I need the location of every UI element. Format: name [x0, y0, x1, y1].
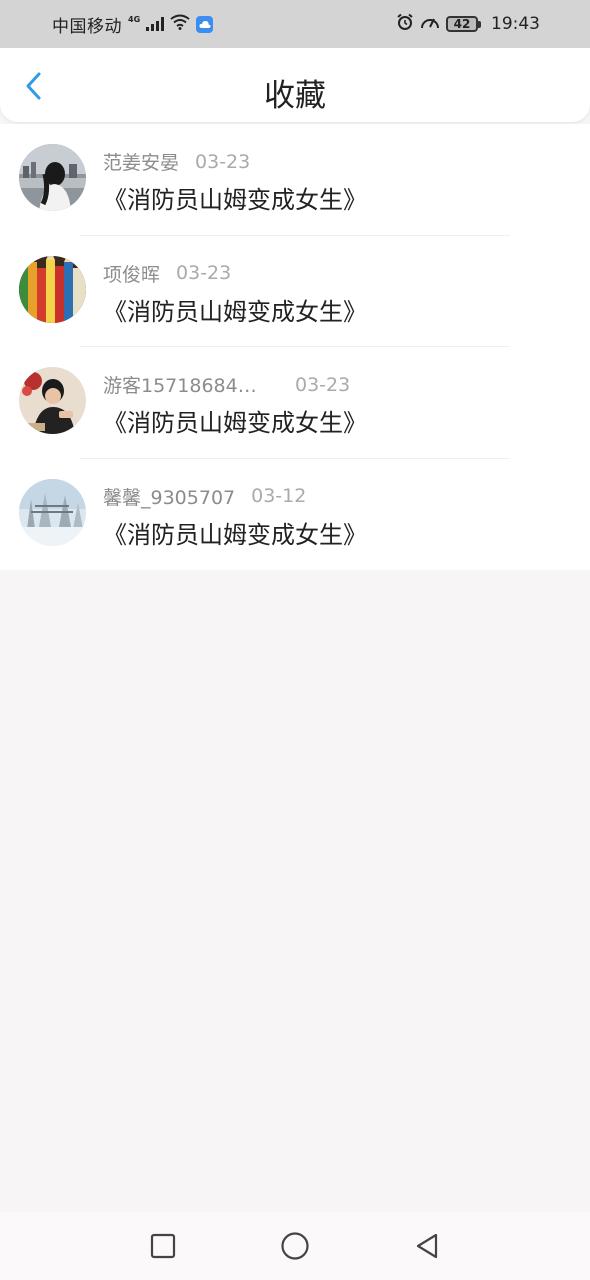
recent-apps-button[interactable] — [147, 1230, 179, 1262]
item-title[interactable]: 《消防员山姆变成女生》 — [103, 180, 367, 215]
date: 03-23 — [295, 373, 351, 396]
battery-level: 42 — [446, 16, 478, 32]
clock: 19:43 — [491, 14, 540, 34]
list-item[interactable]: 项俊晖 03-23 《消防员山姆变成女生》 — [0, 236, 590, 347]
wifi-icon — [170, 14, 190, 35]
avatar[interactable] — [19, 255, 86, 323]
speedometer-icon — [420, 13, 440, 36]
header: 收藏 — [0, 48, 590, 122]
list-item[interactable]: 范姜安晏 03-23 《消防员山姆变成女生》 — [0, 124, 590, 236]
signal-icon — [146, 17, 165, 31]
status-bar: 中国移动 4G 42 19:43 — [0, 0, 590, 48]
status-right: 42 19:43 — [396, 13, 540, 36]
date: 03-23 — [195, 150, 251, 173]
avatar[interactable] — [19, 144, 86, 211]
system-nav-bar — [0, 1212, 590, 1280]
username[interactable]: 馨馨_9305707 — [103, 483, 235, 510]
item-title[interactable]: 《消防员山姆变成女生》 — [103, 403, 367, 438]
username[interactable]: 项俊晖 — [103, 260, 160, 287]
item-meta: 范姜安晏 03-23 — [103, 148, 250, 175]
list-item[interactable]: 游客15718684… 03-23 《消防员山姆变成女生》 — [0, 347, 590, 459]
date: 03-12 — [251, 485, 307, 507]
square-icon — [150, 1233, 176, 1259]
status-left: 中国移动 4G — [52, 12, 214, 37]
avatar[interactable] — [19, 367, 86, 434]
username[interactable]: 游客15718684… — [103, 371, 279, 398]
item-meta: 游客15718684… 03-23 — [103, 371, 350, 398]
carrier-label: 中国移动 — [52, 16, 122, 37]
item-meta: 馨馨_9305707 03-12 — [103, 483, 306, 510]
item-title[interactable]: 《消防员山姆变成女生》 — [103, 292, 367, 327]
date: 03-23 — [176, 262, 232, 284]
battery-icon: 42 — [446, 16, 481, 32]
page-title: 收藏 — [264, 78, 326, 114]
system-back-button[interactable] — [411, 1230, 443, 1262]
home-button[interactable] — [279, 1230, 311, 1262]
network-type: 4G — [128, 15, 141, 24]
favorites-list: 范姜安晏 03-23 《消防员山姆变成女生》 项俊晖 03-23 《消防员山姆变… — [0, 124, 590, 570]
triangle-back-icon — [416, 1233, 438, 1259]
avatar[interactable] — [19, 478, 86, 546]
username[interactable]: 范姜安晏 — [103, 148, 179, 175]
cloud-icon — [196, 15, 214, 33]
item-title[interactable]: 《消防员山姆变成女生》 — [103, 515, 367, 550]
alarm-icon — [396, 13, 414, 36]
list-item[interactable]: 馨馨_9305707 03-12 《消防员山姆变成女生》 — [0, 459, 590, 571]
item-meta: 项俊晖 03-23 — [103, 260, 231, 287]
circle-icon — [281, 1232, 309, 1260]
